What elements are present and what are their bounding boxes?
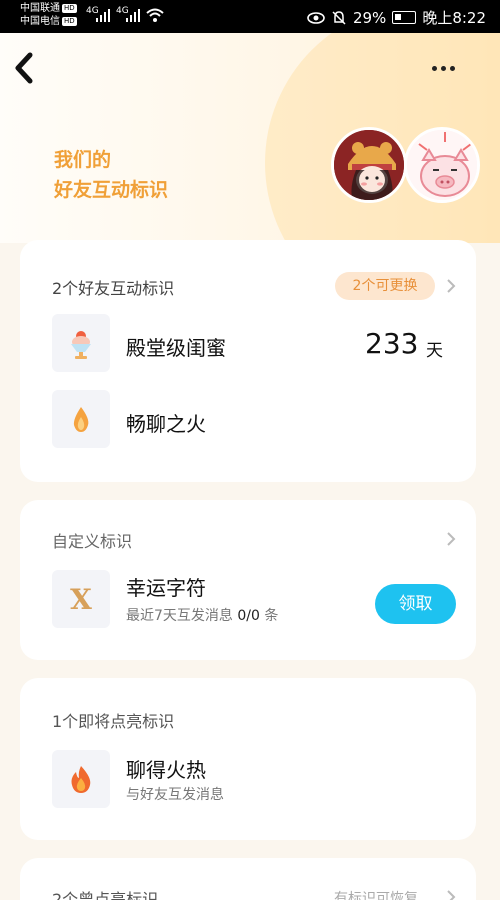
back-arrow-icon[interactable] — [10, 52, 36, 84]
carrier-info: 中国联通 HD 中国电信 HD — [20, 3, 77, 27]
card-title: 2个曾点亮标识 — [52, 890, 159, 900]
carrier-1: 中国联通 — [20, 3, 60, 14]
days-count: 233 — [365, 327, 419, 360]
more-dot-icon — [450, 65, 455, 71]
chevron-right-icon[interactable] — [445, 889, 457, 900]
mark-name: 聊得火热 — [126, 758, 206, 782]
claim-button[interactable]: 领取 — [375, 584, 456, 624]
avatar-self[interactable] — [331, 127, 407, 203]
mark-name: 殿堂级闺蜜 — [126, 336, 226, 360]
flame-icon — [71, 766, 91, 793]
eye-icon — [307, 11, 325, 24]
past-mark-card: 2个曾点亮标识 有标识可恢复 — [20, 858, 476, 900]
interaction-marks-card: 2个好友互动标识 2个可更换 殿堂级闺蜜 233 天 畅聊之火 — [20, 240, 476, 482]
battery-percent: 29% — [352, 8, 387, 27]
sundae-icon — [71, 331, 91, 359]
more-dot-icon — [432, 65, 437, 71]
upcoming-mark-card: 1个即将点亮标识 聊得火热 与好友互发消息 — [20, 678, 476, 840]
more-options-button[interactable] — [432, 60, 462, 76]
status-right: 29% 晚上8:22 — [307, 7, 486, 28]
flame-icon-box — [52, 750, 110, 808]
flame-icon-box — [52, 390, 110, 448]
sundae-icon-box — [52, 314, 110, 372]
status-bar: 中国联通 HD 中国电信 HD 4G 4G 29% 晚上8:22 — [0, 0, 500, 33]
mark-subtitle: 与好友互发消息 — [126, 787, 224, 803]
restore-hint[interactable]: 有标识可恢复 — [334, 888, 418, 900]
letter-x-icon: X — [70, 582, 92, 616]
avatar-friend[interactable] — [404, 127, 480, 203]
wifi-icon — [146, 8, 164, 22]
battery-icon — [392, 11, 417, 24]
card-title: 自定义标识 — [52, 532, 133, 551]
custom-mark-card: 自定义标识 X 幸运字符 最近7天互发消息 0/0 条 领取 — [20, 500, 476, 660]
lucky-char-icon-box: X — [52, 570, 110, 628]
card-title: 2个好友互动标识 — [52, 279, 175, 298]
signal-icon-2 — [126, 9, 140, 22]
mark-name: 畅聊之火 — [126, 412, 206, 436]
clock: 晚上8:22 — [422, 9, 486, 27]
page-title: 我们的 好友互动标识 — [54, 149, 169, 201]
chevron-right-icon[interactable] — [445, 531, 457, 547]
signal-icon — [96, 9, 110, 22]
carrier-2: 中国电信 — [20, 16, 60, 27]
mark-name: 幸运字符 — [126, 576, 206, 600]
mute-bell-icon — [332, 10, 346, 25]
days-unit: 天 — [426, 341, 443, 361]
more-dot-icon — [441, 65, 446, 71]
card-title: 1个即将点亮标识 — [52, 712, 175, 731]
replaceable-badge[interactable]: 2个可更换 — [335, 272, 435, 300]
flame-icon — [73, 407, 89, 432]
mark-subtitle: 最近7天互发消息 0/0 条 — [126, 608, 279, 624]
chevron-right-icon[interactable] — [445, 278, 457, 294]
